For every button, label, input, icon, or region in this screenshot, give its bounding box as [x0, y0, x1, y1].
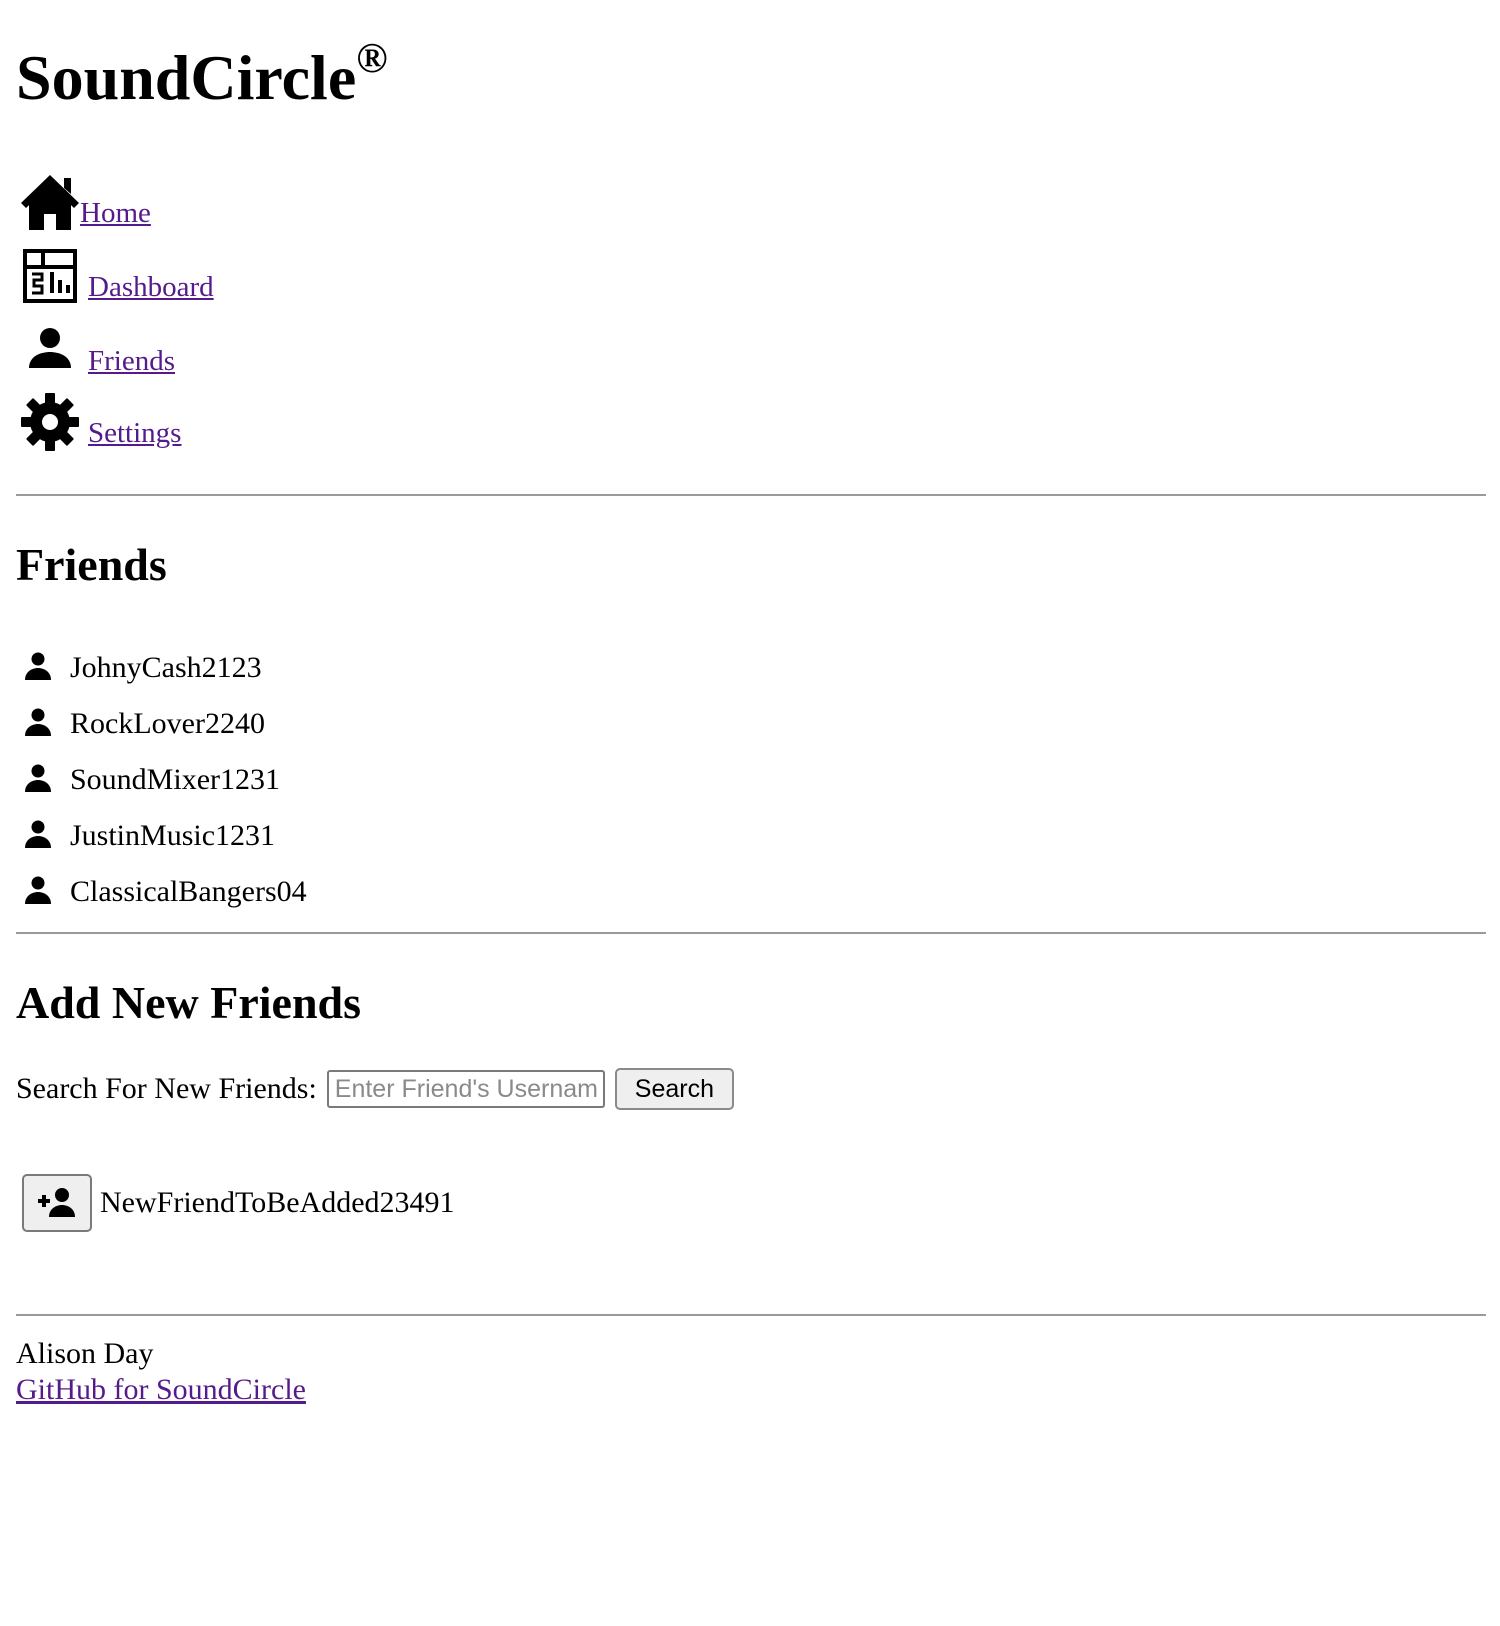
divider — [16, 932, 1486, 934]
divider — [16, 1314, 1486, 1316]
nav-link-friends[interactable]: Friends — [88, 347, 175, 376]
friends-heading: Friends — [16, 539, 167, 590]
dashboard-icon[interactable] — [20, 246, 80, 306]
person-icon — [24, 818, 60, 854]
person-icon[interactable] — [20, 320, 80, 380]
friend-name: JustinMusic1231 — [70, 819, 276, 852]
friend-list-item: SoundMixer1231 — [24, 752, 307, 808]
search-result-name: NewFriendToBeAdded23491 — [100, 1186, 455, 1219]
friend-list: JohnyCash2123 RockLover2240 SoundMixer12… — [24, 640, 307, 920]
friend-list-item: ClassicalBangers04 — [24, 864, 307, 920]
person-icon — [24, 762, 60, 798]
footer-author: Alison Day — [16, 1337, 154, 1370]
person-add-icon — [37, 1186, 77, 1220]
gear-icon[interactable] — [20, 392, 80, 452]
friend-name: ClassicalBangers04 — [70, 875, 307, 908]
nav-item-friends[interactable]: Friends — [20, 320, 175, 380]
person-icon — [24, 706, 60, 742]
friend-list-item: RockLover2240 — [24, 696, 307, 752]
person-icon — [24, 874, 60, 910]
app-title-text: SoundCircle — [16, 42, 357, 113]
search-label: Search For New Friends: — [16, 1072, 317, 1105]
search-result-item: NewFriendToBeAdded23491 — [22, 1174, 455, 1232]
nav-link-settings[interactable]: Settings — [88, 419, 181, 448]
friend-name: RockLover2240 — [70, 707, 265, 740]
friend-name: JohnyCash2123 — [70, 651, 262, 684]
divider — [16, 494, 1486, 496]
friend-list-item: JustinMusic1231 — [24, 808, 307, 864]
nav-item-dashboard[interactable]: Dashboard — [20, 246, 214, 306]
search-button[interactable]: Search — [614, 1068, 734, 1110]
friend-list-item: JohnyCash2123 — [24, 640, 307, 696]
app-title: SoundCircle® — [16, 38, 388, 110]
add-friend-button[interactable] — [22, 1174, 92, 1232]
registered-mark: ® — [356, 36, 388, 82]
nav-item-home[interactable]: Home — [20, 172, 151, 232]
friend-search-form: Search For New Friends: Search — [16, 1068, 734, 1110]
friend-name: SoundMixer1231 — [70, 763, 280, 796]
search-input[interactable] — [326, 1070, 605, 1108]
home-icon[interactable] — [20, 172, 80, 232]
add-friends-heading: Add New Friends — [16, 977, 362, 1028]
github-link[interactable]: GitHub for SoundCircle — [16, 1372, 306, 1408]
nav-item-settings[interactable]: Settings — [20, 392, 181, 452]
nav-link-home[interactable]: Home — [80, 199, 151, 228]
person-icon — [24, 650, 60, 686]
nav-link-dashboard[interactable]: Dashboard — [88, 273, 214, 302]
